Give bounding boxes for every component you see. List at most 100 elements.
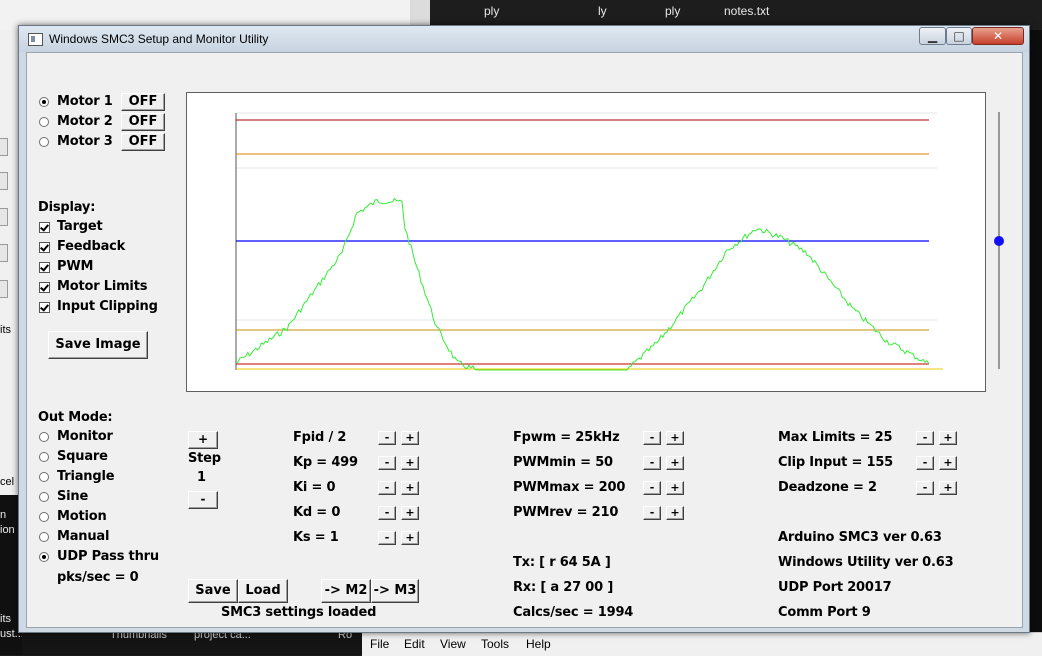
- deadzone-plus-button[interactable]: +: [939, 481, 957, 495]
- background-text: ply: [484, 4, 500, 18]
- background-stub: [0, 208, 8, 226]
- ks-minus-button[interactable]: -: [378, 531, 396, 545]
- smc3-window: Windows SMC3 Setup and Monitor Utility ▁…: [18, 25, 1030, 633]
- mode-square-radio[interactable]: [39, 452, 49, 462]
- mode-motion-label: Motion: [57, 509, 107, 524]
- target-checkbox[interactable]: [39, 222, 50, 233]
- step-plus-button[interactable]: +: [188, 431, 218, 449]
- background-stub: [0, 280, 8, 298]
- input-clipping-label: Input Clipping: [57, 299, 158, 314]
- save-image-button[interactable]: Save Image: [48, 331, 148, 359]
- motor-1-label: Motor 1: [57, 94, 113, 109]
- out-mode-heading: Out Mode:: [38, 410, 113, 425]
- ks-label: Ks = 1: [293, 530, 339, 545]
- fpwm-minus-button[interactable]: -: [643, 431, 661, 445]
- display-heading: Display:: [38, 200, 96, 215]
- title-bar[interactable]: Windows SMC3 Setup and Monitor Utility ▁…: [19, 26, 1029, 52]
- close-button[interactable]: ✕: [972, 27, 1024, 45]
- mode-triangle-label: Triangle: [57, 469, 115, 484]
- mode-sine-label: Sine: [57, 489, 89, 504]
- position-slider-thumb[interactable]: [994, 236, 1004, 246]
- fpid-plus-button[interactable]: +: [401, 431, 419, 445]
- background-text: ply: [665, 4, 681, 18]
- menu-tools[interactable]: Tools: [481, 637, 509, 651]
- app-icon: [28, 33, 43, 46]
- target-label: Target: [57, 219, 103, 234]
- rx-readout: Rx: [ a 27 00 ]: [513, 580, 614, 595]
- ki-plus-button[interactable]: +: [401, 481, 419, 495]
- background-text: n: [0, 509, 7, 521]
- background-menubar: File Edit View Tools Help: [362, 632, 1042, 656]
- kp-minus-button[interactable]: -: [378, 456, 396, 470]
- ki-minus-button[interactable]: -: [378, 481, 396, 495]
- pwm-checkbox[interactable]: [39, 262, 50, 273]
- pwmrev-plus-button[interactable]: +: [666, 506, 684, 520]
- minimize-icon: ▁: [927, 29, 938, 43]
- deadzone-minus-button[interactable]: -: [916, 481, 934, 495]
- motor-2-off-button[interactable]: OFF: [121, 113, 165, 131]
- ks-plus-button[interactable]: +: [401, 531, 419, 545]
- mode-triangle-radio[interactable]: [39, 472, 49, 482]
- motor-2-radio[interactable]: [39, 117, 49, 127]
- motor-3-radio[interactable]: [39, 137, 49, 147]
- background-notes-title: notes.txt: [724, 4, 770, 18]
- kd-label: Kd = 0: [293, 505, 341, 520]
- tx-readout: Tx: [ r 64 5A ]: [513, 555, 611, 570]
- pwmmin-plus-button[interactable]: +: [666, 456, 684, 470]
- background-text: its: [0, 324, 11, 336]
- mode-motion-radio[interactable]: [39, 512, 49, 522]
- utility-version: Windows Utility ver 0.63: [778, 555, 954, 570]
- max-limits-minus-button[interactable]: -: [916, 431, 934, 445]
- copy-to-m3-button[interactable]: -> M3: [371, 579, 419, 603]
- clip-input-plus-button[interactable]: +: [939, 456, 957, 470]
- kd-plus-button[interactable]: +: [401, 506, 419, 520]
- background-stub: [0, 138, 8, 156]
- load-button[interactable]: Load: [238, 579, 288, 603]
- close-icon: ✕: [992, 29, 1004, 43]
- comm-port: Comm Port 9: [778, 605, 871, 620]
- maximize-button[interactable]: □: [946, 27, 972, 45]
- max-limits-plus-button[interactable]: +: [939, 431, 957, 445]
- fpid-minus-button[interactable]: -: [378, 431, 396, 445]
- pwmmax-minus-button[interactable]: -: [643, 481, 661, 495]
- motor-3-label: Motor 3: [57, 134, 113, 149]
- mode-monitor-radio[interactable]: [39, 432, 49, 442]
- step-minus-button[interactable]: -: [188, 491, 218, 509]
- feedback-checkbox[interactable]: [39, 242, 50, 253]
- motor-1-radio[interactable]: [39, 97, 49, 107]
- pwmmax-plus-button[interactable]: +: [666, 481, 684, 495]
- background-text: cel: [0, 476, 15, 488]
- minimize-button[interactable]: ▁: [919, 27, 946, 45]
- udp-port: UDP Port 20017: [778, 580, 892, 595]
- background-text: ion: [0, 524, 15, 536]
- feedback-label: Feedback: [57, 239, 126, 254]
- pks-sec-readout: pks/sec = 0: [57, 570, 139, 585]
- fpwm-plus-button[interactable]: +: [666, 431, 684, 445]
- menu-edit[interactable]: Edit: [404, 637, 425, 651]
- kp-plus-button[interactable]: +: [401, 456, 419, 470]
- motor-limits-checkbox[interactable]: [39, 282, 50, 293]
- pwmrev-minus-button[interactable]: -: [643, 506, 661, 520]
- save-button[interactable]: Save: [188, 579, 238, 603]
- menu-file[interactable]: File: [370, 637, 389, 651]
- motor-1-off-button[interactable]: OFF: [121, 93, 165, 111]
- copy-to-m2-button[interactable]: -> M2: [321, 579, 371, 603]
- pwmmax-label: PWMmax = 200: [513, 480, 626, 495]
- background-stub: [0, 244, 8, 262]
- clip-input-minus-button[interactable]: -: [916, 456, 934, 470]
- menu-view[interactable]: View: [440, 637, 466, 651]
- kd-minus-button[interactable]: -: [378, 506, 396, 520]
- calcs-readout: Calcs/sec = 1994: [513, 605, 634, 620]
- motor-3-off-button[interactable]: OFF: [121, 133, 165, 151]
- mode-monitor-label: Monitor: [57, 429, 113, 444]
- mode-sine-radio[interactable]: [39, 492, 49, 502]
- ki-label: Ki = 0: [293, 480, 336, 495]
- mode-manual-radio[interactable]: [39, 532, 49, 542]
- mode-udp-radio[interactable]: [39, 552, 49, 562]
- deadzone-label: Deadzone = 2: [778, 480, 877, 495]
- arduino-version: Arduino SMC3 ver 0.63: [778, 530, 942, 545]
- input-clipping-checkbox[interactable]: [39, 302, 50, 313]
- menu-help[interactable]: Help: [526, 637, 551, 651]
- pwmmin-minus-button[interactable]: -: [643, 456, 661, 470]
- fpwm-label: Fpwm = 25kHz: [513, 430, 620, 445]
